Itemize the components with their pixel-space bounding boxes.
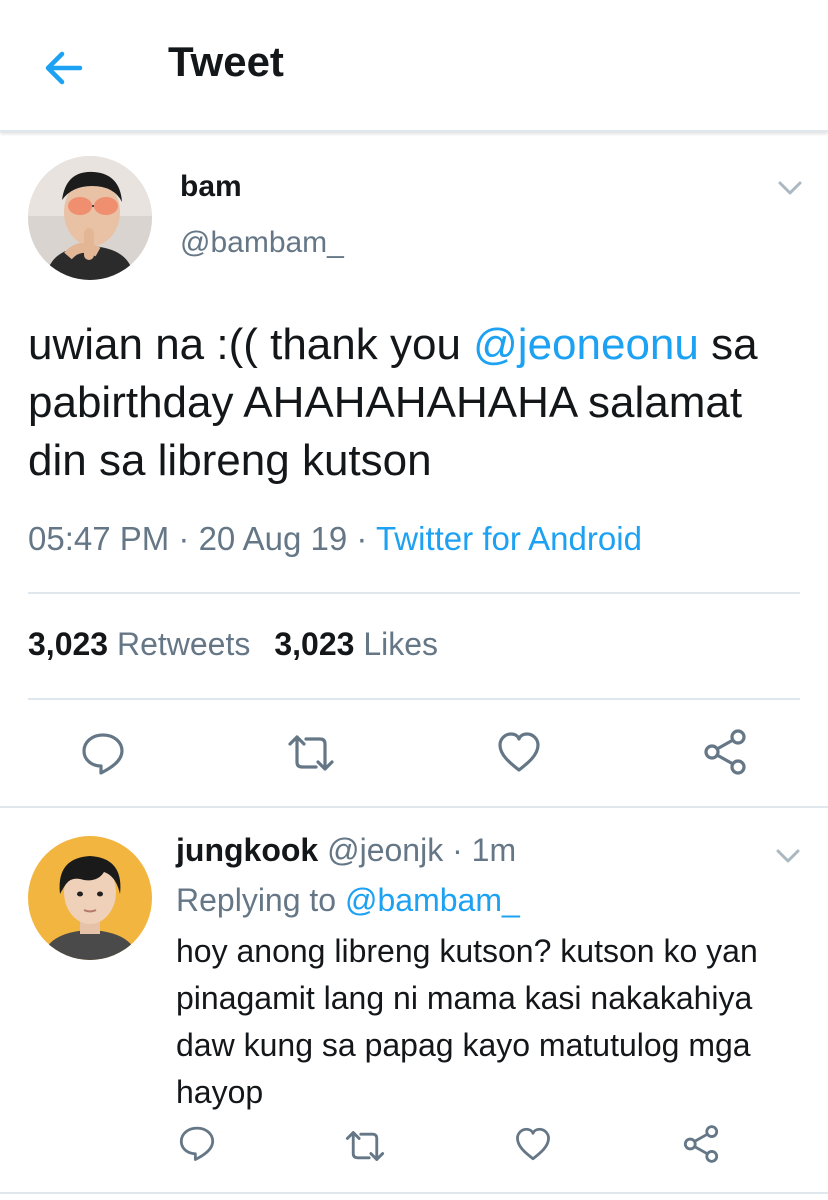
mention-link[interactable]: @jeoneonu xyxy=(473,320,699,369)
reply-author-name[interactable]: jungkook xyxy=(176,832,318,868)
heart-icon xyxy=(516,1127,550,1161)
retweets-count: 3,023 xyxy=(28,626,109,662)
chevron-down-icon[interactable] xyxy=(772,840,804,872)
share-icon xyxy=(683,1125,719,1163)
author-avatar[interactable] xyxy=(28,156,152,280)
tweet-stats: 3,023 Retweets 3,023 Likes xyxy=(28,626,438,663)
back-arrow-icon[interactable] xyxy=(40,44,88,92)
speech-bubble-icon xyxy=(179,1126,215,1161)
reply-reply-button[interactable] xyxy=(178,1124,216,1167)
retweet-icon xyxy=(345,1131,385,1161)
share-icon xyxy=(704,729,746,775)
reply-share-button[interactable] xyxy=(682,1124,720,1169)
reply-author-avatar[interactable] xyxy=(28,836,152,960)
replying-to: Replying to @bambam_ xyxy=(176,882,520,919)
reply-like-button[interactable] xyxy=(514,1126,552,1167)
likes-stat[interactable]: 3,023 Likes xyxy=(274,626,438,662)
retweets-stat[interactable]: 3,023 Retweets xyxy=(28,626,250,662)
page-title: Tweet xyxy=(168,38,284,85)
reply-header: jungkook @jeonjk · 1m xyxy=(176,832,516,869)
tweet-source-link[interactable]: Twitter for Android xyxy=(376,520,642,557)
reply-time: 1m xyxy=(471,832,517,868)
heart-icon xyxy=(498,732,540,772)
share-button[interactable] xyxy=(702,728,748,781)
section-divider xyxy=(0,806,828,808)
retweets-label: Retweets xyxy=(116,626,251,662)
separator: · xyxy=(347,520,376,557)
separator: · xyxy=(443,832,472,868)
like-button[interactable] xyxy=(496,730,542,779)
likes-label: Likes xyxy=(363,626,439,662)
replying-label: Replying to xyxy=(176,882,345,918)
divider xyxy=(28,592,800,594)
tweet-time: 05:47 PM xyxy=(28,520,170,557)
likes-count: 3,023 xyxy=(274,626,355,662)
tweet-meta: 05:47 PM · 20 Aug 19 · Twitter for Andro… xyxy=(28,520,642,558)
retweet-icon xyxy=(288,735,334,771)
reply-author-handle[interactable]: @jeonjk xyxy=(327,832,443,868)
author-handle[interactable]: @bambam_ xyxy=(180,226,344,260)
divider xyxy=(28,698,800,700)
reply-button[interactable] xyxy=(80,730,126,781)
reply-retweet-button[interactable] xyxy=(344,1128,386,1169)
section-divider xyxy=(0,1192,828,1194)
tweet-text: uwian na :(( thank you @jeoneonu sa pabi… xyxy=(28,316,808,490)
tweet-text-part: uwian na :(( thank you xyxy=(28,320,474,369)
author-name[interactable]: bam xyxy=(180,170,242,204)
separator: · xyxy=(169,520,199,557)
tweet-date: 20 Aug 19 xyxy=(198,520,348,557)
retweet-button[interactable] xyxy=(286,732,336,779)
app-header: Tweet xyxy=(0,0,828,132)
speech-bubble-icon xyxy=(82,733,124,775)
chevron-down-icon[interactable] xyxy=(774,172,806,204)
replying-to-link[interactable]: @bambam_ xyxy=(345,882,520,918)
reply-text: hoy anong libreng kutson? kutson ko yan … xyxy=(176,933,758,1110)
